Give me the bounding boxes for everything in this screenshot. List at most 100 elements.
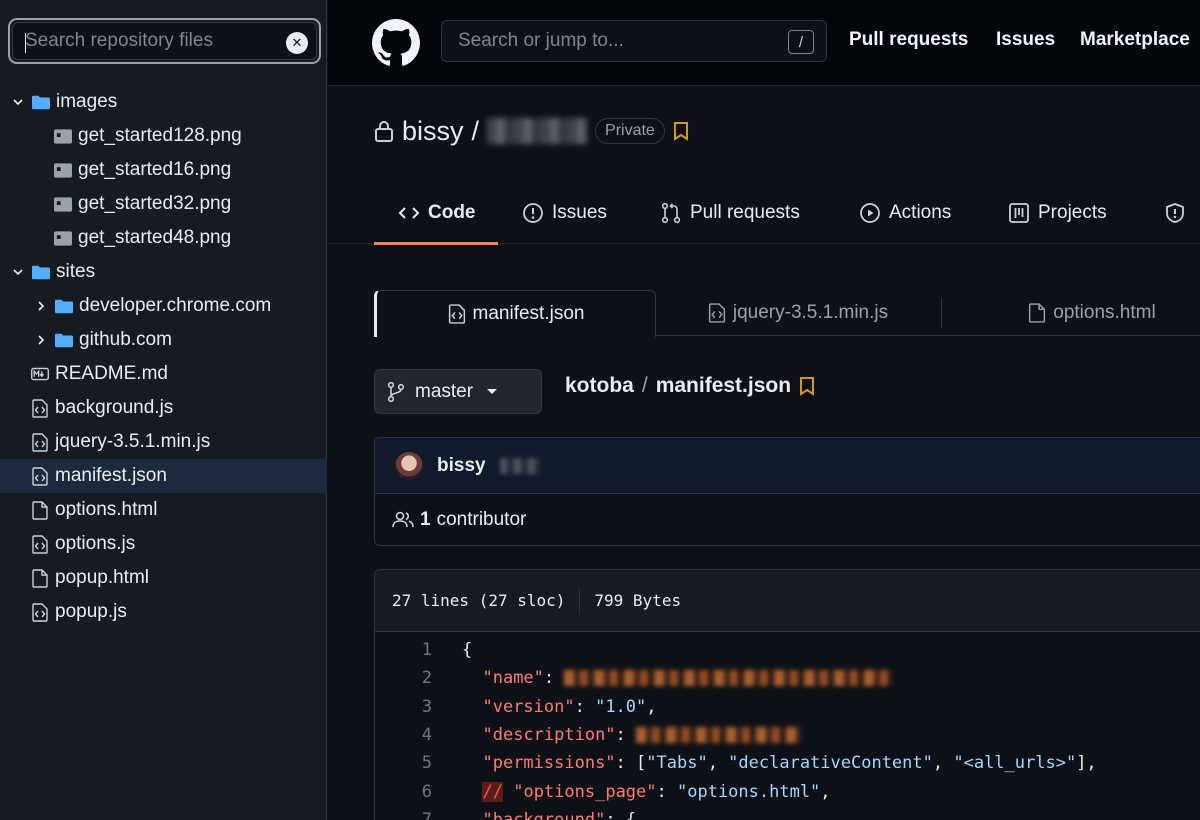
line-number[interactable]: 4 [375, 725, 432, 745]
lock-icon [375, 121, 393, 142]
tree-file-popup-js[interactable]: popup.js [0, 595, 327, 629]
code-file-icon [31, 466, 49, 486]
commit-info-row: bissy [375, 438, 1200, 494]
folder-icon [55, 331, 73, 349]
json-string: "options.html" [677, 781, 821, 802]
tree-folder-sites[interactable]: sites [0, 255, 327, 289]
git-pull-request-icon [661, 202, 681, 224]
global-search-box: / [441, 20, 827, 62]
tree-file-manifest-json[interactable]: manifest.json [0, 459, 327, 493]
contributors-row[interactable]: 1 contributor [375, 494, 1200, 545]
global-search-input[interactable] [458, 21, 758, 61]
code-file-icon [31, 432, 49, 452]
avatar[interactable] [395, 451, 423, 480]
tree-item-label: README.md [55, 363, 168, 384]
tree-file-get-started128[interactable]: get_started128.png [0, 119, 327, 153]
tab-label: Pull requests [690, 202, 800, 223]
folder-icon [55, 297, 73, 315]
chevron-down-icon[interactable] [12, 96, 24, 108]
tab-actions[interactable]: Actions [859, 182, 951, 244]
image-file-icon [54, 161, 72, 179]
nav-marketplace[interactable]: Marketplace [1080, 29, 1190, 51]
branch-selector-button[interactable]: master [374, 369, 542, 414]
image-file-icon [54, 229, 72, 247]
breadcrumb-repo-link[interactable]: kotoba [565, 374, 634, 398]
tree-item-label: sites [56, 261, 96, 282]
file-content-box: 27 lines (27 sloc) 799 Bytes 1 { 2 "name… [374, 569, 1200, 820]
bookmark-icon[interactable] [799, 376, 815, 396]
github-logo-icon[interactable] [372, 19, 420, 67]
commit-message-redacted[interactable] [499, 457, 540, 474]
tree-file-get-started32[interactable]: get_started32.png [0, 187, 327, 221]
json-string: "<all_urls>" [953, 753, 1077, 774]
tree-folder-github[interactable]: github.com [0, 323, 327, 357]
tree-file-background-js[interactable]: background.js [0, 391, 327, 425]
tab-issues[interactable]: Issues [522, 182, 607, 244]
tree-file-get-started16[interactable]: get_started16.png [0, 153, 327, 187]
tree-item-label: get_started128.png [78, 125, 242, 146]
tree-file-get-started48[interactable]: get_started48.png [0, 221, 327, 255]
image-file-icon [54, 127, 72, 145]
chevron-right-icon[interactable] [35, 334, 47, 346]
code-line: 3 "version": "1.0", [375, 693, 1200, 721]
code-text: { [462, 640, 473, 661]
code-text: // "options_page": "options.html", [482, 781, 831, 802]
code-line: 2 "name": [375, 664, 1200, 692]
chevron-down-icon[interactable] [12, 266, 24, 278]
file-size: 799 Bytes [594, 591, 682, 610]
tree-folder-images[interactable]: images [0, 85, 327, 119]
tree-file-popup-html[interactable]: popup.html [0, 561, 327, 595]
tab-pull-requests[interactable]: Pull requests [660, 182, 800, 244]
tree-item-label: popup.html [55, 567, 150, 588]
json-key: "version" [482, 696, 575, 717]
repo-owner-link[interactable]: bissy [402, 116, 464, 147]
chevron-right-icon[interactable] [35, 300, 47, 312]
tree-file-options-js[interactable]: options.js [0, 527, 327, 561]
file-tab-jquery[interactable]: jquery-3.5.1.min.js [656, 290, 940, 336]
line-number[interactable]: 6 [375, 782, 432, 802]
json-key: "description" [482, 725, 616, 746]
commit-author[interactable]: bissy [437, 455, 486, 477]
tab-projects[interactable]: Projects [1008, 182, 1107, 244]
nav-issues[interactable]: Issues [996, 29, 1055, 51]
tab-security[interactable] [1164, 182, 1186, 244]
tab-code[interactable]: Code [374, 182, 497, 245]
nav-pull-requests[interactable]: Pull requests [849, 29, 968, 51]
file-breadcrumb: kotoba / manifest.json [565, 374, 815, 398]
repo-name-redacted[interactable] [487, 118, 588, 144]
tree-folder-developer-chrome[interactable]: developer.chrome.com [0, 289, 327, 323]
tree-file-jquery[interactable]: jquery-3.5.1.min.js [0, 425, 327, 459]
shield-icon [1166, 203, 1184, 223]
line-number[interactable]: 1 [375, 640, 432, 660]
code-punctuation: : { [605, 809, 637, 820]
line-number[interactable]: 3 [375, 697, 432, 717]
contributors-count: 1 [420, 509, 431, 530]
json-string: "declarativeContent" [728, 753, 933, 774]
folder-icon [32, 263, 50, 281]
tree-item-label: get_started32.png [78, 193, 232, 214]
line-number[interactable]: 7 [375, 810, 432, 820]
json-key: "name" [482, 668, 544, 689]
bookmark-icon[interactable] [673, 121, 689, 141]
tree-file-readme[interactable]: README.md [0, 357, 327, 391]
file-tab-manifest[interactable]: manifest.json [374, 290, 656, 337]
file-tab-options-html[interactable]: options.html [942, 290, 1200, 336]
line-number[interactable]: 5 [375, 753, 432, 773]
tree-item-label: manifest.json [55, 465, 167, 486]
code-text: "name": [462, 668, 895, 689]
file-tree-sidebar: ✕ images get_started128.png get_started1… [0, 0, 327, 820]
tree-item-label: developer.chrome.com [79, 295, 272, 316]
file-icon [31, 500, 49, 520]
line-number[interactable]: 2 [375, 668, 432, 688]
play-icon [860, 203, 880, 223]
tree-item-label: options.html [55, 499, 158, 520]
clear-search-icon[interactable]: ✕ [286, 32, 308, 54]
code-view[interactable]: 1 { 2 "name": 3 "version": "1.0", 4 "des… [375, 632, 1200, 820]
tree-item-label: get_started16.png [78, 159, 232, 180]
tree-file-options-html[interactable]: options.html [0, 493, 327, 527]
tree-item-label: jquery-3.5.1.min.js [55, 431, 211, 452]
json-key: "permissions" [482, 753, 616, 774]
file-search-input[interactable] [25, 23, 275, 59]
open-file-tabs: manifest.json jquery-3.5.1.min.js option… [374, 290, 1200, 337]
file-icon [1029, 303, 1046, 323]
